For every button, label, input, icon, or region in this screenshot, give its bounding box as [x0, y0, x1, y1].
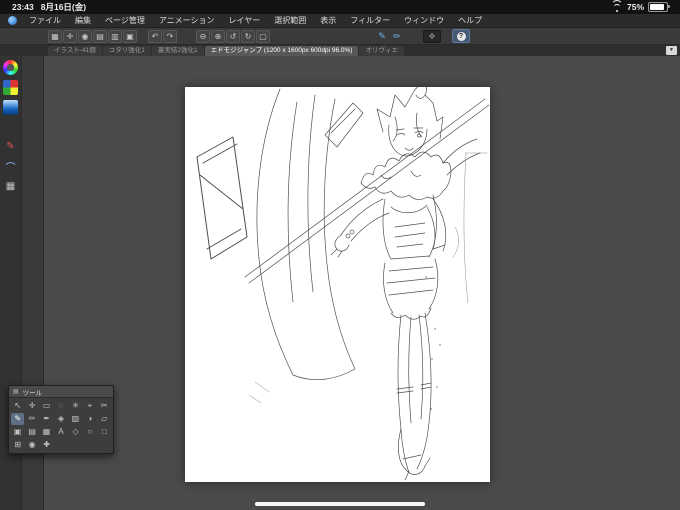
pen-icon[interactable]: ✎ [375, 30, 389, 43]
menu-bar: ファイル 編集 ページ管理 アニメーション レイヤー 選択範囲 表示 フィルター… [0, 14, 680, 28]
figure-tool-icon[interactable]: ◉ [25, 439, 38, 451]
decoration-tool-icon[interactable]: ◈ [54, 413, 67, 425]
gradient-tool-icon[interactable]: ▤ [25, 426, 38, 438]
select-tool-icon[interactable]: ↖ [11, 400, 24, 412]
eyedropper-tool-icon[interactable]: ⌖ [83, 400, 96, 412]
pen-tool-icon[interactable]: ✎ [11, 413, 25, 425]
zoom-out-icon[interactable]: ⊖ [196, 29, 210, 43]
shape-tool-icon[interactable]: ◇ [69, 426, 82, 438]
move-page-icon[interactable]: ✛ [63, 29, 77, 43]
rect-tool-icon[interactable]: □ [98, 426, 111, 438]
tool-grid: ↖ ✛ ▭ ◌ ✳ ⌖ ✂ ✎ ✏ ✒ ◈ ▨ ◑ ▱ ▣ ▤ ▦ A ◇ ○ [9, 398, 113, 453]
layers-icon[interactable]: ▤ [93, 29, 107, 43]
eye-icon[interactable]: ◉ [78, 29, 92, 43]
clock: 23:43 [12, 2, 34, 12]
hand-tool-icon[interactable]: ✥ [423, 29, 441, 43]
tab-overflow-dropdown[interactable]: ▼ [666, 46, 677, 55]
menu-view[interactable]: 表示 [313, 15, 343, 26]
redo-icon[interactable]: ↷ [163, 29, 177, 43]
eraser-tool-icon[interactable]: ▱ [98, 413, 111, 425]
tool-palette-header[interactable]: ▤ ツール [9, 386, 113, 398]
menu-filter[interactable]: フィルター [343, 15, 397, 26]
lasso-tool-icon[interactable]: ◌ [54, 400, 67, 412]
select-grid-icon[interactable]: ▦ [48, 29, 62, 43]
document-tab[interactable]: ユタリ強化1 [102, 46, 151, 56]
brush-icon[interactable]: ✏ [390, 30, 404, 43]
palette-title: ツール [22, 389, 43, 397]
menu-selection[interactable]: 選択範囲 [267, 15, 313, 26]
undo-icon[interactable]: ↶ [148, 29, 162, 43]
text-tool-icon[interactable]: A [54, 426, 67, 438]
home-indicator[interactable] [255, 502, 425, 506]
wifi-icon [611, 0, 624, 12]
menu-page-management[interactable]: ページ管理 [98, 15, 152, 26]
zoom-in-icon[interactable]: ⊕ [211, 29, 225, 43]
pencil-tool-icon[interactable]: ✏ [25, 413, 38, 425]
canvas-area [44, 56, 680, 510]
menu-file[interactable]: ファイル [22, 15, 68, 26]
marquee-tool-icon[interactable]: ▭ [40, 400, 53, 412]
panel-icon[interactable]: ▥ [108, 29, 122, 43]
menu-window[interactable]: ウィンドウ [397, 15, 451, 26]
red-pen-icon[interactable]: ✎ [3, 139, 18, 154]
workspace: ✎ ⌒ ▦ ▤ ツール ↖ ✛ ▭ ◌ ✳ ⌖ ✂ ✎ ✏ ✒ ◈ ▨ ◑ ▱ … [0, 56, 680, 510]
app-window: 23:43 8月16日(金) 75% ファイル 編集 ページ管理 アニメーション… [0, 0, 680, 510]
tool-palette: ▤ ツール ↖ ✛ ▭ ◌ ✳ ⌖ ✂ ✎ ✏ ✒ ◈ ▨ ◑ ▱ ▣ ▤ ▦ [8, 385, 114, 454]
status-bar: 23:43 8月16日(金) 75% [0, 0, 680, 14]
color-wheel-icon[interactable] [3, 60, 18, 75]
color-set-icon[interactable] [3, 80, 18, 95]
ellipse-tool-icon[interactable]: ○ [83, 426, 96, 438]
menu-edit[interactable]: 編集 [68, 15, 98, 26]
scissors-tool-icon[interactable]: ✂ [98, 400, 111, 412]
palette-menu-icon[interactable]: ▤ [13, 388, 19, 395]
menu-animation[interactable]: アニメーション [152, 15, 222, 26]
correction-tool-icon[interactable]: ✚ [40, 439, 53, 451]
wand-tool-icon[interactable]: ✳ [69, 400, 82, 412]
airbrush-icon[interactable]: ⌒ [3, 159, 18, 174]
rotate-cw-icon[interactable]: ↻ [241, 29, 255, 43]
pattern-tool-icon[interactable]: ▦ [40, 426, 53, 438]
menu-help[interactable]: ヘルプ [451, 15, 489, 26]
document-tab[interactable]: イラスト-41個 [48, 46, 102, 56]
drawing-canvas[interactable] [185, 87, 490, 482]
sketch-drawing [196, 87, 490, 481]
help-icon[interactable]: ? [452, 29, 470, 43]
help-glyph: ? [456, 31, 466, 41]
document-tab[interactable]: 裏実結2強化1 [151, 46, 204, 56]
frame-tool-icon[interactable]: ⊞ [11, 439, 24, 451]
toolbar: ▦ ✛ ◉ ▤ ▥ ▣ ↶ ↷ ⊖ ⊕ ↺ ↻ ▢ ✎ ✏ ✥ ? [0, 28, 680, 45]
clipboard-icon[interactable]: ▣ [123, 29, 137, 43]
document-tab-active[interactable]: エドモジジャンプ (1200 x 1600px 600dpi 96.0%) [204, 46, 359, 56]
blend-tool-icon[interactable]: ◑ [83, 413, 96, 425]
document-tab[interactable]: オリヴィエ [359, 46, 404, 56]
battery-icon [648, 2, 670, 12]
pattern-icon[interactable]: ▦ [3, 179, 18, 194]
gradient-swatch-icon[interactable] [3, 100, 18, 115]
move-tool-icon[interactable]: ✛ [25, 400, 38, 412]
tab-bar: イラスト-41個 ユタリ強化1 裏実結2強化1 エドモジジャンプ (1200 x… [0, 45, 680, 56]
menu-layer[interactable]: レイヤー [222, 15, 268, 26]
inkpen-tool-icon[interactable]: ✒ [40, 413, 53, 425]
battery-percent: 75% [626, 2, 644, 12]
date: 8月16日(金) [40, 2, 87, 12]
fill-tool-icon[interactable]: ▣ [11, 426, 24, 438]
rotate-ccw-icon[interactable]: ↺ [226, 29, 240, 43]
app-logo-icon[interactable] [8, 16, 17, 25]
fit-screen-icon[interactable]: ▢ [256, 29, 270, 43]
hatching-tool-icon[interactable]: ▨ [69, 413, 82, 425]
